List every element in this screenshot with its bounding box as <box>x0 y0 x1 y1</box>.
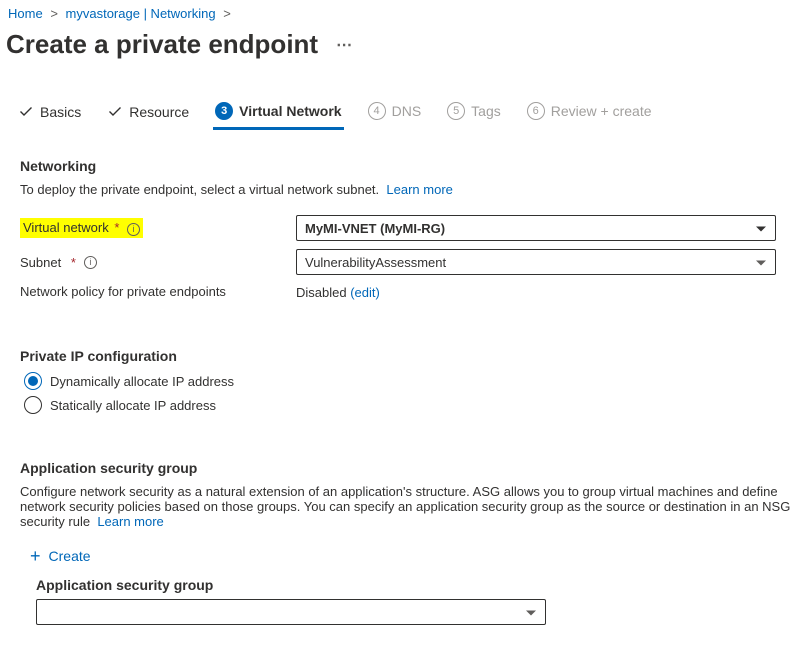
subnet-select[interactable]: VulnerabilityAssessment <box>296 249 776 275</box>
network-policy-value: Disabled (edit) <box>296 283 776 300</box>
network-policy-label: Network policy for private endpoints <box>20 284 296 299</box>
page-title: Create a private endpoint ⋯ <box>6 29 804 60</box>
asg-field-label: Application security group <box>36 577 794 593</box>
breadcrumb: Home > myvastorage | Networking > <box>6 4 804 23</box>
tab-virtual-network[interactable]: 3 Virtual Network <box>213 96 343 130</box>
info-icon[interactable]: i <box>84 256 97 269</box>
asg-description: Configure network security as a natural … <box>20 484 794 529</box>
chevron-right-icon: > <box>223 6 231 21</box>
breadcrumb-storage-networking[interactable]: myvastorage | Networking <box>66 6 216 21</box>
section-heading-asg: Application security group <box>20 460 794 476</box>
section-heading-networking: Networking <box>20 158 794 174</box>
networking-learn-more-link[interactable]: Learn more <box>386 182 452 197</box>
network-policy-edit-link[interactable]: (edit) <box>350 285 380 300</box>
tab-dns[interactable]: 4 DNS <box>366 96 424 130</box>
more-actions-button[interactable]: ⋯ <box>336 35 353 55</box>
tab-resource[interactable]: Resource <box>105 98 191 130</box>
step-number-badge: 5 <box>447 102 465 120</box>
step-number-badge: 6 <box>527 102 545 120</box>
radio-static-ip[interactable]: Statically allocate IP address <box>24 396 794 414</box>
plus-icon: + <box>30 547 41 565</box>
tab-tags[interactable]: 5 Tags <box>445 96 503 130</box>
radio-icon <box>24 372 42 390</box>
radio-icon <box>24 396 42 414</box>
check-icon <box>107 104 123 120</box>
tab-review-create[interactable]: 6 Review + create <box>525 96 654 130</box>
asg-create-button[interactable]: + Create <box>30 547 794 565</box>
subnet-label: Subnet * i <box>20 255 296 270</box>
virtual-network-label: Virtual network * i <box>20 218 296 238</box>
asg-learn-more-link[interactable]: Learn more <box>97 514 163 529</box>
section-heading-ipconfig: Private IP configuration <box>20 348 794 364</box>
networking-description: To deploy the private endpoint, select a… <box>20 182 794 197</box>
breadcrumb-home[interactable]: Home <box>8 6 43 21</box>
asg-select[interactable] <box>36 599 546 625</box>
info-icon[interactable]: i <box>127 223 140 236</box>
radio-dynamic-ip[interactable]: Dynamically allocate IP address <box>24 372 794 390</box>
chevron-right-icon: > <box>50 6 58 21</box>
wizard-tabs: Basics Resource 3 Virtual Network 4 DNS … <box>6 96 804 130</box>
check-icon <box>18 104 34 120</box>
step-number-badge: 4 <box>368 102 386 120</box>
virtual-network-select[interactable]: MyMI-VNET (MyMI-RG) <box>296 215 776 241</box>
tab-basics[interactable]: Basics <box>16 98 83 130</box>
step-number-badge: 3 <box>215 102 233 120</box>
